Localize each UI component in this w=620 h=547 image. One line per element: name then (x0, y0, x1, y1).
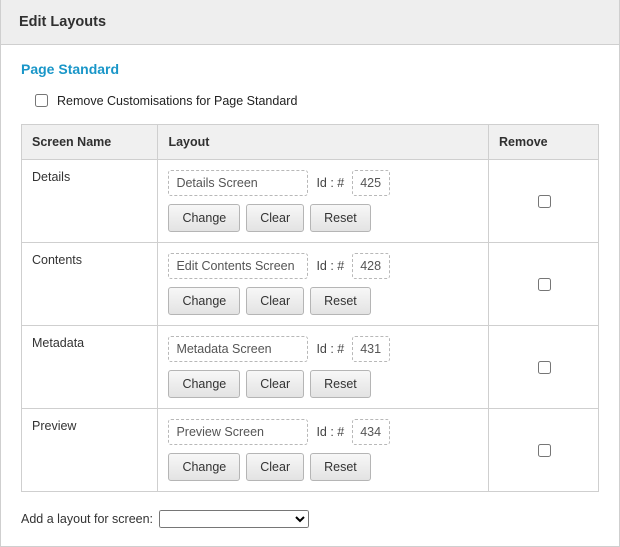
clear-button[interactable]: Clear (246, 370, 304, 398)
layout-cell: Id : # Change Clear Reset (158, 326, 489, 409)
add-layout-label: Add a layout for screen: (21, 512, 153, 526)
layout-name-input[interactable] (168, 336, 308, 362)
table-row: Metadata Id : # Change Clear Reset (22, 326, 599, 409)
change-button[interactable]: Change (168, 453, 240, 481)
id-label: Id : # (316, 342, 344, 356)
remove-row-checkbox[interactable] (538, 278, 551, 291)
remove-row-checkbox[interactable] (538, 444, 551, 457)
layout-id-input[interactable] (352, 419, 390, 445)
add-layout-row: Add a layout for screen: (1, 492, 619, 528)
col-header-remove: Remove (489, 125, 599, 160)
panel-title: Edit Layouts (1, 0, 619, 45)
table-row: Contents Id : # Change Clear Reset (22, 243, 599, 326)
reset-button[interactable]: Reset (310, 287, 371, 315)
screen-name-cell: Contents (22, 243, 158, 326)
layouts-table: Screen Name Layout Remove Details Id : #… (21, 124, 599, 492)
layout-cell: Id : # Change Clear Reset (158, 160, 489, 243)
section-title: Page Standard (1, 45, 619, 87)
layout-name-input[interactable] (168, 419, 308, 445)
remove-customisations-label: Remove Customisations for Page Standard (57, 94, 297, 108)
layout-id-input[interactable] (352, 253, 390, 279)
id-label: Id : # (316, 176, 344, 190)
reset-button[interactable]: Reset (310, 453, 371, 481)
layout-cell: Id : # Change Clear Reset (158, 243, 489, 326)
layout-id-input[interactable] (352, 170, 390, 196)
reset-button[interactable]: Reset (310, 370, 371, 398)
id-label: Id : # (316, 259, 344, 273)
add-layout-select[interactable] (159, 510, 309, 528)
table-row: Preview Id : # Change Clear Reset (22, 409, 599, 492)
change-button[interactable]: Change (168, 370, 240, 398)
layout-id-input[interactable] (352, 336, 390, 362)
clear-button[interactable]: Clear (246, 204, 304, 232)
edit-layouts-panel: Edit Layouts Page Standard Remove Custom… (0, 0, 620, 547)
screen-name-cell: Metadata (22, 326, 158, 409)
table-row: Details Id : # Change Clear Reset (22, 160, 599, 243)
col-header-screen-name: Screen Name (22, 125, 158, 160)
remove-row-checkbox[interactable] (538, 361, 551, 374)
clear-button[interactable]: Clear (246, 453, 304, 481)
remove-customisations-row: Remove Customisations for Page Standard (1, 87, 619, 124)
layout-name-input[interactable] (168, 170, 308, 196)
col-header-layout: Layout (158, 125, 489, 160)
clear-button[interactable]: Clear (246, 287, 304, 315)
id-label: Id : # (316, 425, 344, 439)
reset-button[interactable]: Reset (310, 204, 371, 232)
remove-customisations-checkbox[interactable] (35, 94, 48, 107)
layout-name-input[interactable] (168, 253, 308, 279)
remove-row-checkbox[interactable] (538, 195, 551, 208)
screen-name-cell: Preview (22, 409, 158, 492)
screen-name-cell: Details (22, 160, 158, 243)
change-button[interactable]: Change (168, 204, 240, 232)
change-button[interactable]: Change (168, 287, 240, 315)
layout-cell: Id : # Change Clear Reset (158, 409, 489, 492)
